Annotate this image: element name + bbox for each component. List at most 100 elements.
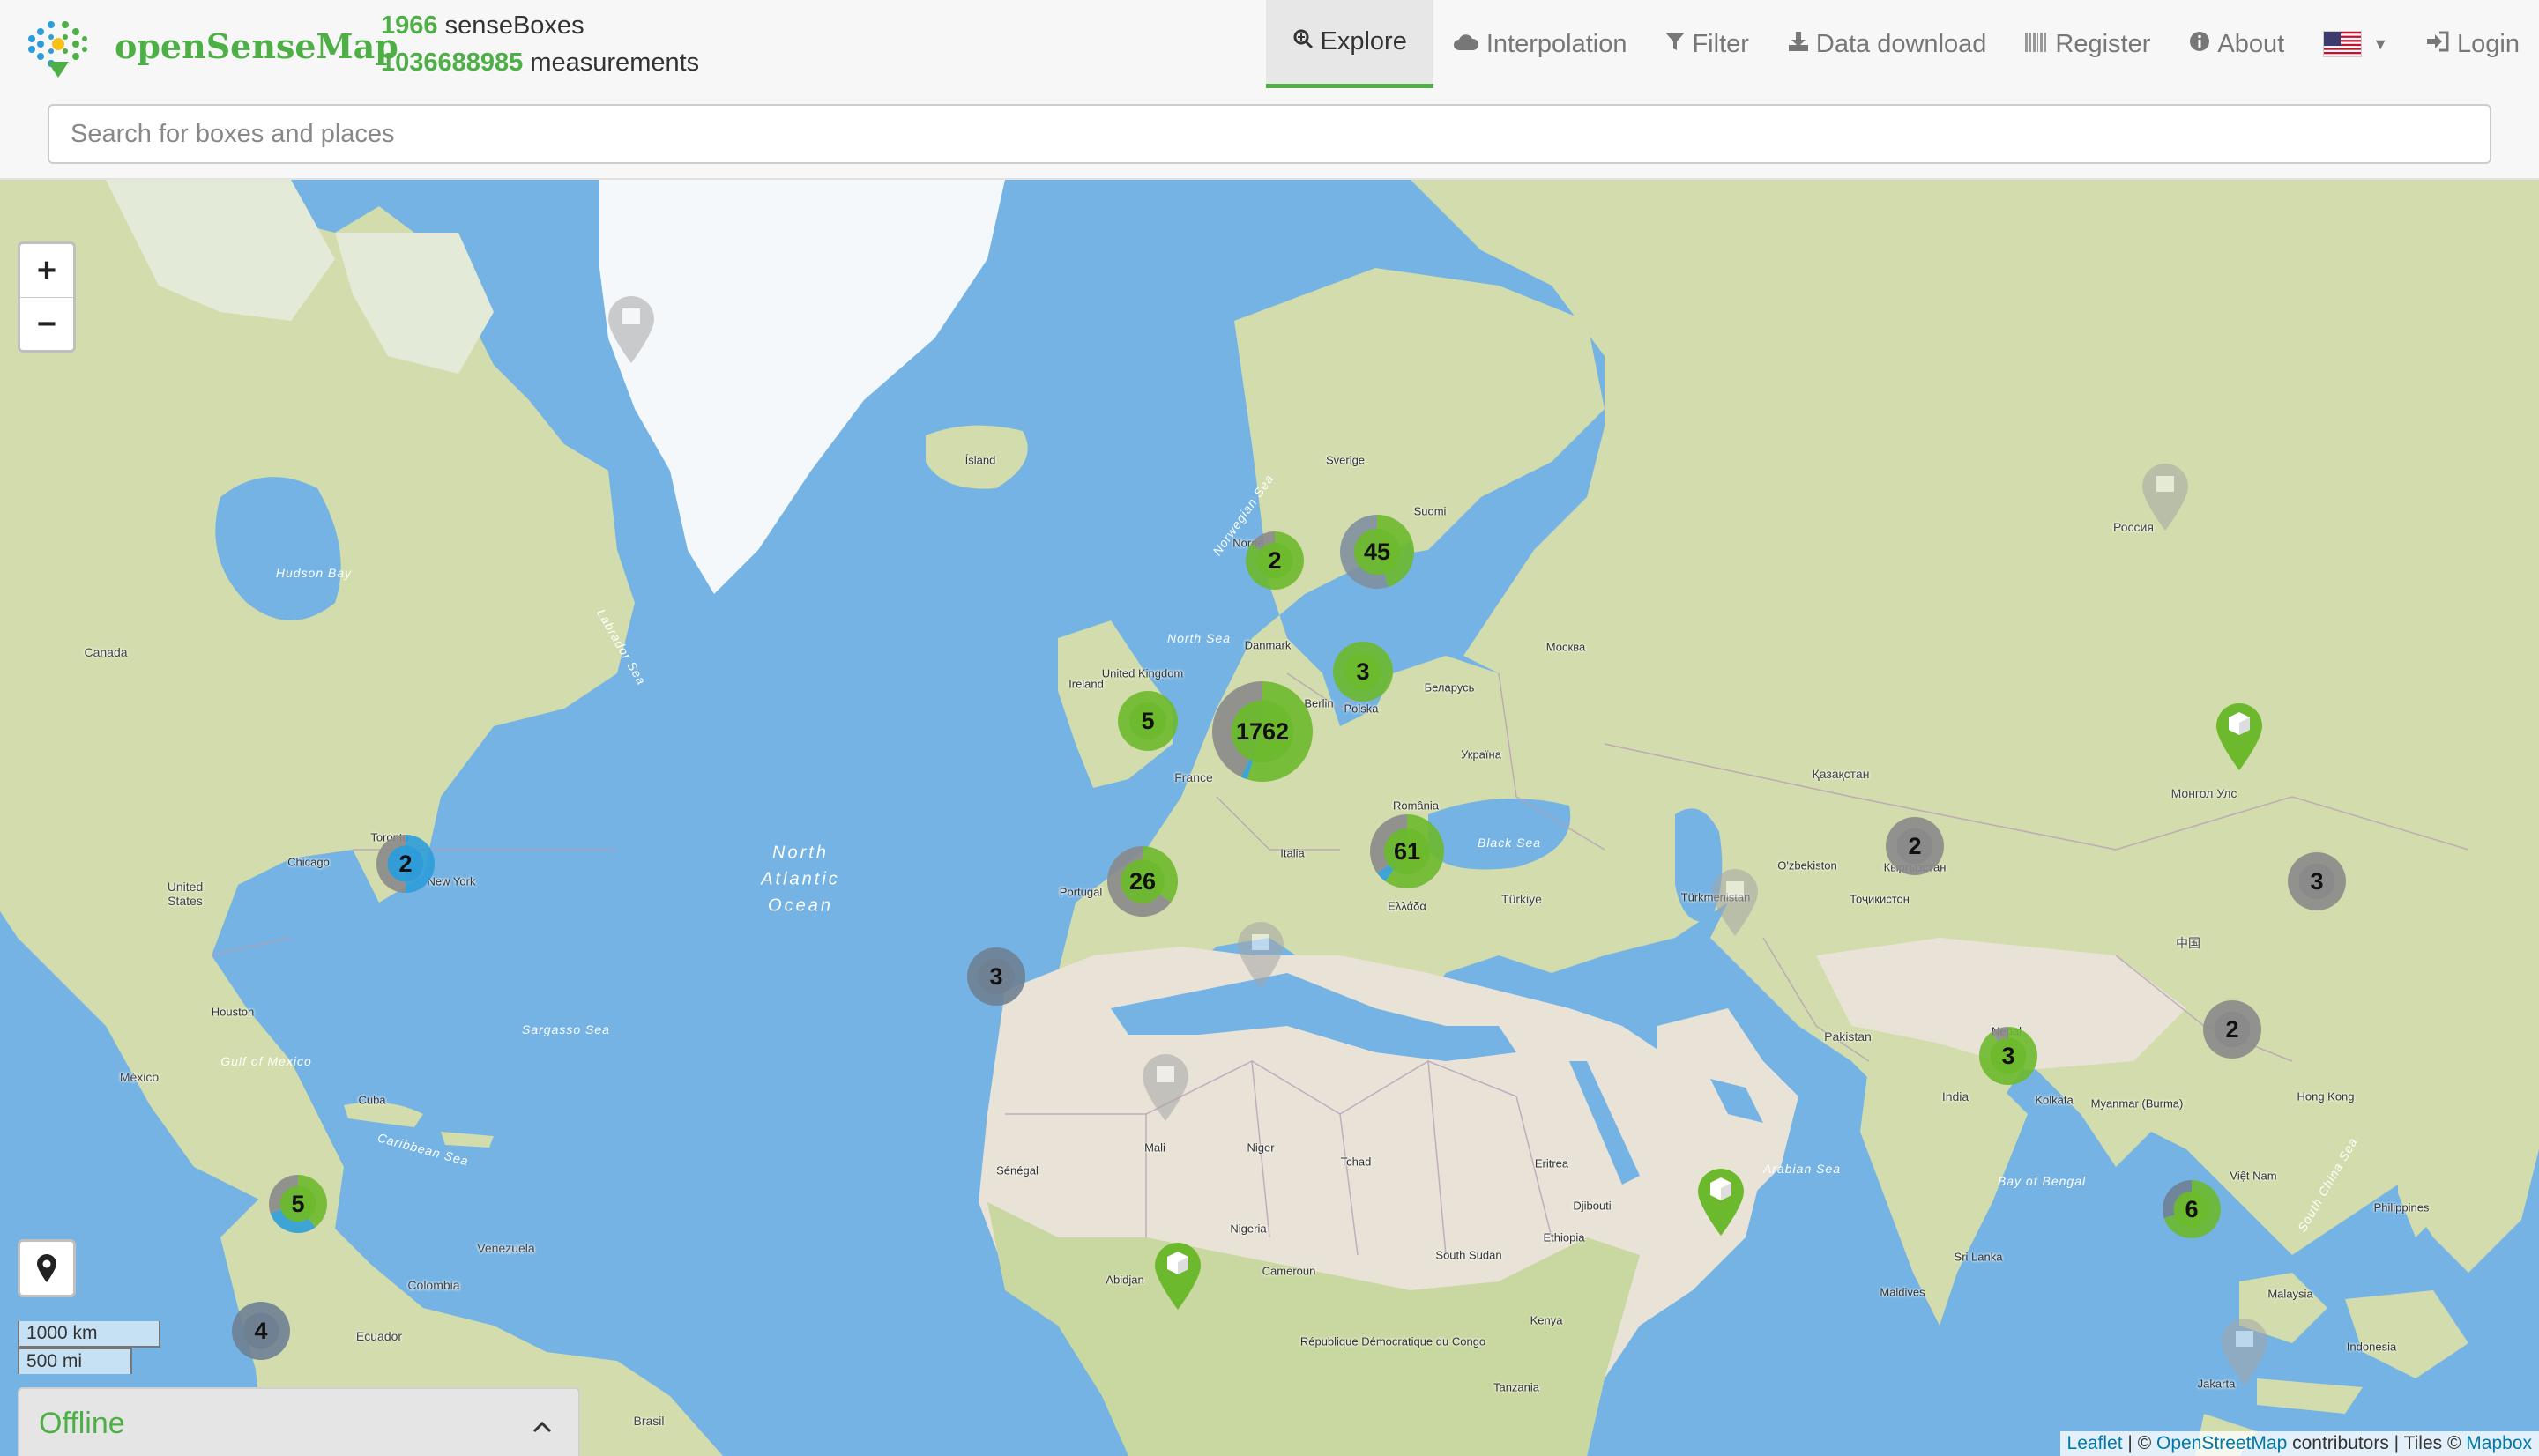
mapbox-link[interactable]: Mapbox <box>2466 1433 2532 1453</box>
mongolia-label: Монгол Улс <box>2170 786 2237 800</box>
sign-in-icon <box>2427 31 2450 58</box>
sensebox-cluster[interactable]: 4 <box>232 1302 290 1360</box>
north-atlantic-label-1: North <box>772 843 829 863</box>
houston-label: Houston <box>211 1005 255 1019</box>
opensensemap-logo-icon <box>28 21 87 78</box>
sensebox-cluster[interactable]: 3 <box>1979 1027 2037 1085</box>
tanzania-label: Tanzania <box>1493 1380 1540 1394</box>
nav-explore[interactable]: Explore <box>1265 0 1433 88</box>
offline-box-marker[interactable] <box>2139 460 2192 532</box>
zoom-out-button[interactable]: − <box>20 297 73 350</box>
nav-filter[interactable]: Filter <box>1646 0 1768 88</box>
colombia-label: Colombia <box>407 1278 460 1292</box>
sensebox-cluster[interactable]: 5 <box>1118 691 1178 751</box>
niger-label: Niger <box>1247 1140 1275 1155</box>
nav-about[interactable]: About <box>2170 0 2304 88</box>
zoom-in-button[interactable]: + <box>20 244 73 297</box>
offline-box-marker[interactable] <box>1139 1051 1192 1123</box>
sensebox-cluster[interactable]: 3 <box>1333 642 1393 702</box>
cluster-count: 1762 <box>1235 717 1290 745</box>
cluster-count: 5 <box>1141 707 1155 734</box>
cluster-count: 2 <box>2225 1015 2239 1043</box>
sensebox-marker[interactable] <box>2213 700 2266 772</box>
mexico-label: México <box>119 1070 160 1084</box>
nav-interpolation[interactable]: Interpolation <box>1433 0 1647 88</box>
sensebox-cluster[interactable]: 2 <box>1246 531 1304 590</box>
nav-data-download[interactable]: Data download <box>1768 0 2006 88</box>
main-nav: Explore Interpolation Filter Data downlo… <box>1265 0 2539 88</box>
indonesia-label: Indonesia <box>2346 1340 2397 1354</box>
sensebox-marker[interactable] <box>1694 1165 1747 1237</box>
us-flag-icon <box>2323 31 2363 57</box>
osm-link[interactable]: OpenStreetMap <box>2156 1433 2287 1453</box>
kazakhstan-label: Қазақстан <box>1812 767 1870 781</box>
boxes-count: 1966 <box>381 11 438 40</box>
north-atlantic-label-3: Ocean <box>768 895 833 916</box>
sensebox-cluster[interactable]: 5 <box>269 1175 327 1233</box>
china-label: 中国 <box>2176 936 2200 950</box>
abidjan-label: Abidjan <box>1106 1273 1144 1287</box>
brand[interactable]: openSenseMap <box>25 12 398 79</box>
sensebox-cluster[interactable]: 61 <box>1370 814 1444 888</box>
offline-box-marker[interactable] <box>1234 918 1287 991</box>
nav-login[interactable]: Login <box>2408 0 2539 88</box>
sensebox-cluster[interactable]: 3 <box>2288 852 2346 910</box>
nav-register[interactable]: Register <box>2006 0 2170 88</box>
nav-login-label: Login <box>2457 29 2520 58</box>
chevron-up-icon[interactable] <box>532 1412 552 1439</box>
sensebox-marker[interactable] <box>1151 1239 1204 1311</box>
sverige-label: Sverige <box>1325 453 1366 467</box>
india-label: India <box>1941 1089 1969 1103</box>
attribution-separator: | © <box>2122 1433 2157 1453</box>
ellada-label: Ελλάδα <box>1388 899 1426 913</box>
offline-box-marker[interactable] <box>1709 865 1761 938</box>
brasil-label: Brasil <box>633 1414 665 1428</box>
map-scale: 1000 km 500 mi <box>18 1321 160 1374</box>
sensebox-cluster[interactable]: 26 <box>1107 846 1178 917</box>
viet-nam-label: Việt Nam <box>2230 1169 2277 1183</box>
south-sudan-label: South Sudan <box>1435 1248 1502 1262</box>
barcode-icon <box>2025 31 2048 58</box>
cluster-count: 2 <box>1908 832 1922 859</box>
search-input[interactable] <box>48 104 2491 164</box>
nav-explore-label: Explore <box>1320 27 1407 56</box>
search-icon <box>1292 28 1314 56</box>
cluster-count: 2 <box>398 850 413 877</box>
polska-label: Polska <box>1344 702 1379 716</box>
ukraina-label: Україна <box>1461 747 1501 761</box>
suomi-label: Suomi <box>1413 504 1447 518</box>
uzbekistan-label: O'zbekiston <box>1777 858 1837 873</box>
turkiye-label: Türkiye <box>1501 892 1542 906</box>
tchad-label: Tchad <box>1340 1155 1372 1169</box>
portugal-label: Portugal <box>1059 885 1103 899</box>
locate-button[interactable] <box>18 1239 76 1297</box>
cluster-count: 26 <box>1128 867 1157 895</box>
nav-about-label: About <box>2217 29 2285 58</box>
scale-km: 1000 km <box>18 1321 160 1348</box>
map[interactable]: North Atlantic Ocean Labrador Sea Caribb… <box>0 180 2539 1456</box>
gulf-of-mexico-label: Gulf of Mexico <box>220 1054 312 1068</box>
arabian-sea-label: Arabian Sea <box>1762 1162 1842 1176</box>
sensebox-cluster[interactable]: 45 <box>1340 515 1414 589</box>
sensebox-cluster[interactable]: 6 <box>2163 1180 2221 1238</box>
maldives-label: Maldives <box>1880 1285 1925 1299</box>
malaysia-label: Malaysia <box>2267 1287 2313 1301</box>
sensebox-cluster[interactable]: 1762 <box>1212 681 1313 782</box>
sensebox-cluster[interactable]: 2 <box>376 835 435 893</box>
mali-label: Mali <box>1144 1140 1165 1155</box>
chicago-label: Chicago <box>287 855 330 869</box>
cluster-count: 3 <box>2310 867 2324 895</box>
search-bar <box>48 104 2491 164</box>
sensebox-cluster[interactable]: 2 <box>2203 1000 2261 1059</box>
sensebox-cluster[interactable]: 3 <box>967 947 1025 1006</box>
sensebox-cluster[interactable]: 2 <box>1886 817 1944 875</box>
france-label: France <box>1174 770 1213 784</box>
leaflet-link[interactable]: Leaflet <box>2067 1433 2123 1453</box>
offline-box-marker[interactable] <box>2218 1315 2271 1387</box>
canada-label: Canada <box>84 645 128 659</box>
offline-box-marker[interactable] <box>605 293 658 365</box>
offline-panel[interactable]: Offline <box>18 1387 580 1456</box>
language-dropdown[interactable]: ▼ <box>2304 0 2408 88</box>
sri-lanka-label: Sri Lanka <box>1954 1250 2003 1264</box>
ireland-label: Ireland <box>1068 677 1104 691</box>
